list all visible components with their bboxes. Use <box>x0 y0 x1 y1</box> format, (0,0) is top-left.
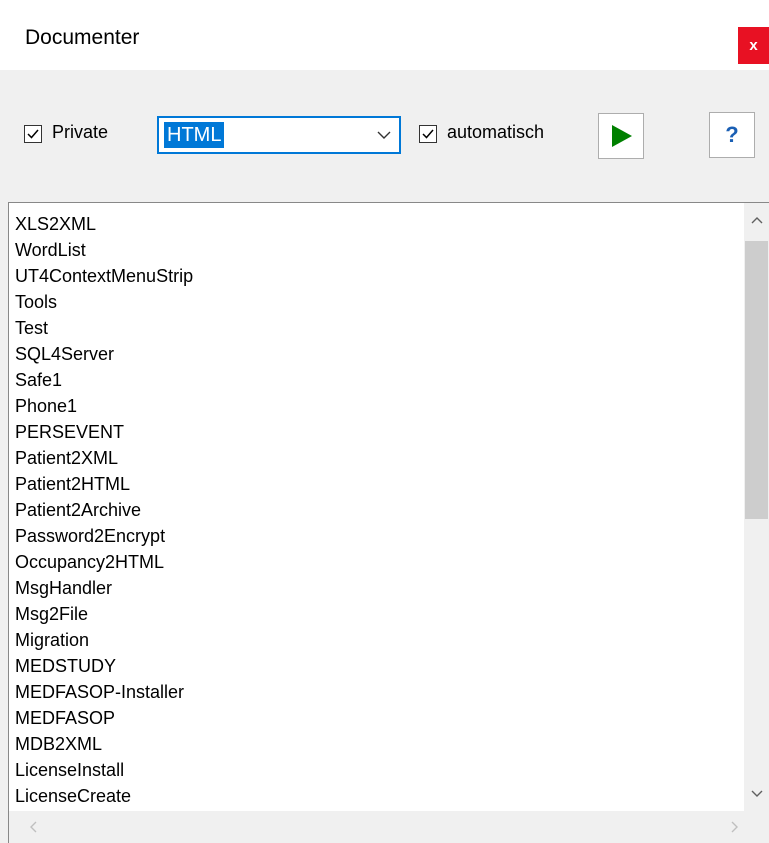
list-item[interactable]: MEDFASOP-Installer <box>15 679 193 705</box>
list-item[interactable]: Test <box>15 315 193 341</box>
private-label[interactable]: Private <box>52 122 108 143</box>
list-item[interactable]: UT4ContextMenuStrip <box>15 263 193 289</box>
checkmark-icon <box>27 129 39 139</box>
list-item[interactable]: Phone1 <box>15 393 193 419</box>
chevron-down-icon <box>751 790 762 797</box>
chevron-up-icon <box>751 217 762 224</box>
scroll-right-button[interactable] <box>721 813 746 841</box>
list-item[interactable]: Patient2XML <box>15 445 193 471</box>
scroll-up-button[interactable] <box>744 207 769 235</box>
window-title: Documenter <box>25 26 140 49</box>
help-label: ? <box>725 122 739 147</box>
list-item[interactable]: LicenseCreate <box>15 783 193 809</box>
private-checkbox[interactable] <box>24 125 42 143</box>
list-item[interactable]: LicenseInstall <box>15 757 193 783</box>
vertical-scrollbar[interactable] <box>744 203 769 811</box>
project-list-items: XLS2XML WordList UT4ContextMenuStrip Tools T… <box>15 211 193 809</box>
chevron-left-icon <box>29 821 36 833</box>
list-item[interactable]: SQL4Server <box>15 341 193 367</box>
list-item[interactable]: Patient2Archive <box>15 497 193 523</box>
list-item[interactable]: Migration <box>15 627 193 653</box>
horizontal-scrollbar[interactable] <box>9 811 744 843</box>
list-item[interactable]: Msg2File <box>15 601 193 627</box>
list-item[interactable]: MEDFASOP <box>15 705 193 731</box>
list-item[interactable]: PERSEVENT <box>15 419 193 445</box>
documenter-window: Documenter x Private HTML automatisch ? … <box>0 0 769 843</box>
list-item[interactable]: MDB2XML <box>15 731 193 757</box>
auto-checkbox[interactable] <box>419 125 437 143</box>
auto-label[interactable]: automatisch <box>447 122 544 143</box>
scrollbar-corner <box>744 811 769 843</box>
format-select-value: HTML <box>164 122 225 148</box>
list-item[interactable]: MEDSTUDY <box>15 653 193 679</box>
scroll-left-button[interactable] <box>21 813 46 841</box>
scroll-down-button[interactable] <box>744 779 769 807</box>
list-item[interactable]: Safe1 <box>15 367 193 393</box>
close-button[interactable]: x <box>738 27 769 64</box>
list-item[interactable]: MsgHandler <box>15 575 193 601</box>
list-item[interactable]: Patient2HTML <box>15 471 193 497</box>
help-button[interactable]: ? <box>709 112 755 158</box>
play-icon <box>612 125 632 147</box>
list-item[interactable]: Password2Encrypt <box>15 523 193 549</box>
checkmark-icon <box>422 129 434 139</box>
chevron-down-icon[interactable] <box>377 128 391 142</box>
vertical-scroll-thumb[interactable] <box>745 241 768 519</box>
format-select[interactable]: HTML <box>157 116 401 154</box>
chevron-right-icon <box>731 821 738 833</box>
list-item[interactable]: WordList <box>15 237 193 263</box>
run-button[interactable] <box>598 113 644 159</box>
list-item[interactable]: Occupancy2HTML <box>15 549 193 575</box>
title-bar[interactable]: Documenter x <box>0 0 769 70</box>
list-item[interactable]: Tools <box>15 289 193 315</box>
list-item[interactable]: XLS2XML <box>15 211 193 237</box>
project-list[interactable]: XLS2XML WordList UT4ContextMenuStrip Tools T… <box>8 202 769 843</box>
